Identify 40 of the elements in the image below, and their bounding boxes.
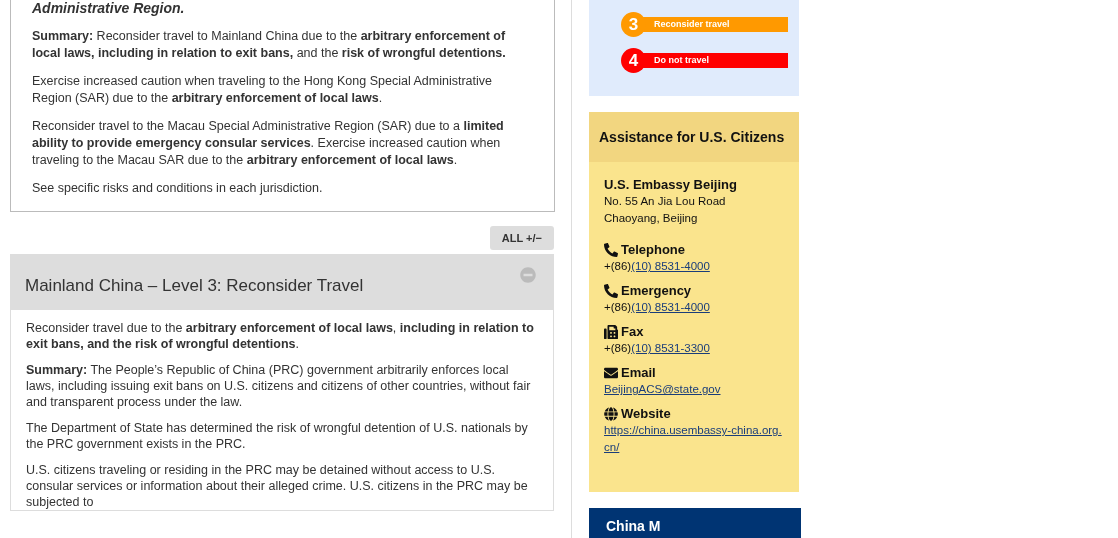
accordion-paragraph: Reconsider travel due to the arbitrary enforcement of local laws, including in relation to exit bans, and the risk of wrongful detentions. — [26, 320, 535, 352]
level-number: 3 — [621, 12, 646, 37]
accordion-title: Mainland China – Level 3: Reconsider Travel — [25, 275, 364, 298]
contact-label: Website — [621, 405, 671, 423]
contact-link[interactable]: (10) 8531-4000 — [631, 258, 710, 276]
intro-paragraph: See specific risks and conditions in each jurisdiction. — [32, 180, 324, 197]
assistance-title: Assistance for U.S. Citizens — [599, 127, 785, 147]
phone-prefix: +(86) — [604, 300, 632, 316]
contact-link[interactable]: BeijingACS@state.gov — [604, 381, 721, 399]
intro-paragraph: Summary: Reconsider travel to Mainland China due to the arbitrary enforcement of local laws, including in relation to exit bans, and the risk of wrongful detentions. — [32, 28, 507, 62]
phone-icon — [604, 283, 618, 298]
contact-label: Telephone — [621, 241, 686, 259]
contact-label: Fax — [621, 323, 644, 341]
address-line: No. 55 An Jia Lou Road — [604, 194, 727, 210]
contact-label: Email — [621, 364, 656, 382]
level-label: Do not travel — [642, 53, 788, 68]
phone-icon — [604, 242, 618, 257]
globe-icon — [604, 406, 618, 421]
accordion-paragraph: The Department of State has determined the risk of wrongful detention of U.S. nationals by the PRC government exists in the PRC. — [26, 420, 529, 452]
intro-lead: Administrative Region. — [32, 0, 186, 17]
intro-paragraph: Reconsider travel to the Macau Special Administrative Region (SAR) due to a limited ability to provide emergency consular services. Exercise increased caution when traveling to the Macau SAR due to the arbitrary enforcement of local laws. — [32, 118, 505, 169]
address-line: Chaoyang, Beijing — [604, 211, 699, 227]
contact-label: Emergency — [621, 282, 692, 300]
collapse-icon — [520, 267, 536, 283]
map-card-title: China M — [606, 518, 661, 534]
fax-icon — [604, 324, 618, 339]
contact-link[interactable]: https://china.usembassy-china.org.cn/ — [604, 422, 784, 457]
phone-prefix: +(86) — [604, 341, 632, 357]
toggle-all-button[interactable]: ALL +/− — [489, 226, 554, 250]
accordion-paragraph: U.S. citizens traveling or residing in the PRC may be detained without access to U.S. consular services or information about their alleged crime. U.S. citizens in the PRC may be subjected to — [26, 462, 529, 510]
accordion-paragraph: Summary: The People’s Republic of China (PRC) government arbitrarily enforces local laws, including issuing exit bans on U.S. citizens and citizens of other countries, without fair and transparent process under the law. — [26, 362, 532, 410]
office-name: U.S. Embassy Beijing — [604, 176, 738, 194]
intro-paragraph: Exercise increased caution when traveling to the Hong Kong Special Administrative Region (SAR) due to the arbitrary enforcement of local laws. — [32, 73, 493, 107]
phone-prefix: +(86) — [604, 259, 632, 275]
contact-link[interactable]: (10) 8531-3300 — [631, 340, 710, 358]
contact-link[interactable]: (10) 8531-4000 — [631, 299, 710, 317]
level-label: Reconsider travel — [642, 17, 788, 32]
level-number: 4 — [621, 48, 646, 73]
envelope-icon — [604, 365, 618, 380]
accordion-header[interactable]: Mainland China – Level 3: Reconsider Travel — [10, 254, 554, 310]
